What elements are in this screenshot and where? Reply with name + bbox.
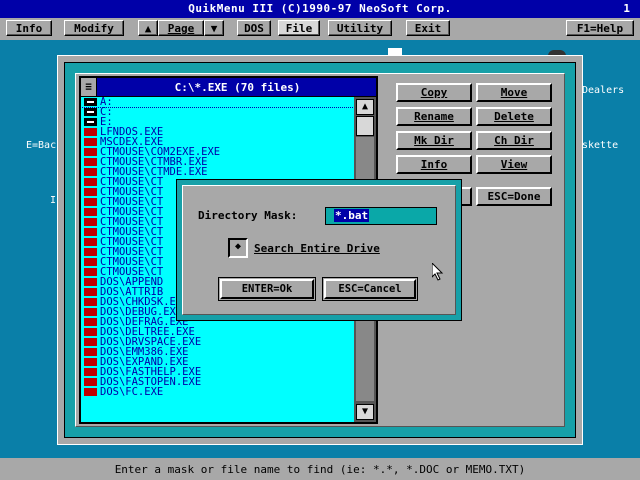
file-icon <box>84 248 97 256</box>
cancel-button[interactable]: ESC=Cancel <box>324 279 416 299</box>
bg-skette-text: skette <box>582 140 619 151</box>
scroll-thumb[interactable] <box>356 116 374 136</box>
drive-icon <box>84 98 97 106</box>
file-name: DOS\FC.EXE <box>100 386 164 398</box>
help-button[interactable]: F1=Help <box>566 20 634 36</box>
file-icon <box>84 238 97 246</box>
copy-button[interactable]: Copy <box>396 83 472 102</box>
file-icon <box>84 318 97 326</box>
done-button[interactable]: ESC=Done <box>476 187 552 206</box>
status-bar: Enter a mask or file name to find (ie: *… <box>0 458 640 480</box>
drive-icon <box>84 118 97 126</box>
menu-utility-button[interactable]: Utility <box>328 20 392 36</box>
file-icon <box>84 328 97 336</box>
mkdir-button[interactable]: Mk Dir <box>396 131 472 150</box>
file-icon <box>84 148 97 156</box>
menu-exit-button[interactable]: Exit <box>406 20 450 36</box>
move-button[interactable]: Move <box>476 83 552 102</box>
status-text: Enter a mask or file name to find (ie: *… <box>114 463 526 476</box>
file-icon <box>84 298 97 306</box>
file-icon <box>84 348 97 356</box>
rename-button[interactable]: Rename <box>396 107 472 126</box>
menu-page-button[interactable]: Page <box>158 20 204 36</box>
file-icon <box>84 168 97 176</box>
file-list-title: C:\*.EXE (70 files) <box>174 81 301 94</box>
chdir-button[interactable]: Ch Dir <box>476 131 552 150</box>
drive-item[interactable]: C: <box>81 107 354 117</box>
window-number: 1 <box>623 2 630 15</box>
ok-button[interactable]: ENTER=Ok <box>220 279 314 299</box>
file-icon <box>84 228 97 236</box>
search-entire-drive-text: Search Entire Drive <box>254 242 380 255</box>
file-icon <box>84 218 97 226</box>
file-list-header: ≡ C:\*.EXE (70 files) <box>81 78 376 96</box>
file-icon <box>84 288 97 296</box>
menu-file-button[interactable]: File <box>278 20 320 36</box>
scroll-down-button[interactable]: ▼ <box>356 404 374 420</box>
file-icon <box>84 178 97 186</box>
file-item[interactable]: DOS\FC.EXE <box>81 387 354 397</box>
delete-button[interactable]: Delete <box>476 107 552 126</box>
mouse-pointer-icon <box>432 263 444 281</box>
drive-item[interactable]: A: <box>81 97 354 108</box>
file-icon <box>84 278 97 286</box>
app-title: QuikMenu III (C)1990-97 NeoSoft Corp. <box>188 2 452 15</box>
mask-input-value[interactable]: *.bat <box>334 209 370 222</box>
file-icon <box>84 378 97 386</box>
list-menu-icon[interactable]: ≡ <box>81 78 97 96</box>
file-icon <box>84 138 97 146</box>
file-icon <box>84 388 97 396</box>
file-icon <box>84 268 97 276</box>
menu-bar: Info Modify ▲ Page ▼ DOS File Utility Ex… <box>0 18 640 40</box>
file-icon <box>84 128 97 136</box>
title-bar: QuikMenu III (C)1990-97 NeoSoft Corp. 1 <box>0 0 640 18</box>
scroll-up-button[interactable]: ▲ <box>356 99 374 115</box>
directory-mask-input[interactable]: *.bat <box>325 207 437 225</box>
menu-dos-button[interactable]: DOS <box>237 20 271 36</box>
drive-icon <box>84 108 97 116</box>
file-icon <box>84 308 97 316</box>
file-icon <box>84 358 97 366</box>
menu-info-button[interactable]: Info <box>6 20 52 36</box>
page-up-arrow-button[interactable]: ▲ <box>138 20 158 36</box>
file-icon <box>84 158 97 166</box>
file-icon <box>84 188 97 196</box>
file-icon <box>84 258 97 266</box>
file-icon <box>84 338 97 346</box>
bg-eback-text: E=Bac <box>26 140 57 151</box>
file-icon <box>84 208 97 216</box>
directory-mask-label: Directory Mask: <box>198 209 298 222</box>
search-entire-drive-label[interactable]: Search Entire Drive <box>254 242 380 255</box>
menu-modify-button[interactable]: Modify <box>64 20 124 36</box>
file-icon <box>84 198 97 206</box>
file-icon <box>84 368 97 376</box>
page-down-arrow-button[interactable]: ▼ <box>204 20 224 36</box>
bg-i-text: I <box>50 195 57 206</box>
search-entire-drive-checkbox[interactable]: ◆ <box>228 238 248 258</box>
checkbox-diamond-icon: ◆ <box>234 241 242 252</box>
view-button[interactable]: View <box>476 155 552 174</box>
info-button[interactable]: Info <box>396 155 472 174</box>
bg-dealers-text: Dealers <box>582 85 625 96</box>
